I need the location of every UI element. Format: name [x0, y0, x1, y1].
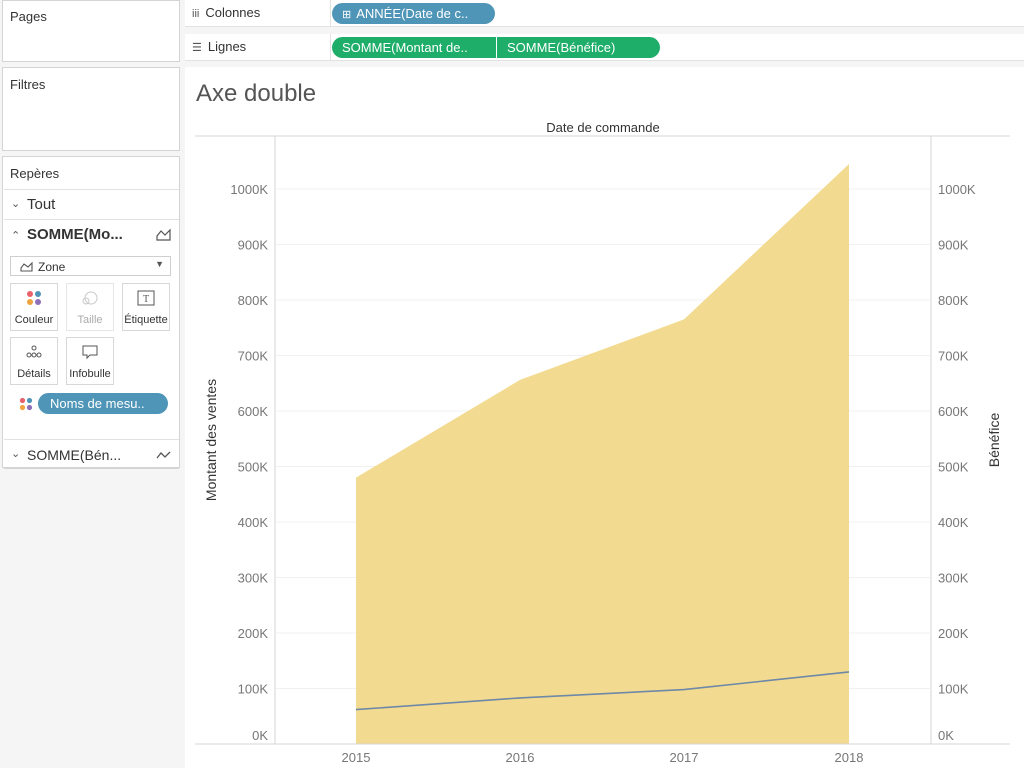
y-tick-label-right: 600K	[938, 404, 969, 419]
y-tick-label-left: 800K	[238, 293, 269, 308]
x-tick-label: 2017	[670, 750, 699, 765]
y-tick-label-right: 100K	[938, 682, 969, 697]
y-tick-label-right: 1000K	[938, 182, 976, 197]
x-tick-label: 2016	[506, 750, 535, 765]
y-tick-label-left: 100K	[238, 682, 269, 697]
y-tick-label-left: 600K	[238, 404, 269, 419]
y-axis-title-left: Montant des ventes	[203, 379, 219, 501]
x-tick-label: 2018	[835, 750, 864, 765]
y-tick-label-left: 400K	[238, 515, 269, 530]
x-tick-label: 2015	[342, 750, 371, 765]
y-tick-label-left: 500K	[238, 460, 269, 475]
y-tick-label-right: 700K	[938, 349, 969, 364]
y-tick-label-left: 200K	[238, 626, 269, 641]
y-tick-label-left: 300K	[238, 571, 269, 586]
column-header: Date de commande	[546, 120, 659, 135]
y-tick-label-right: 400K	[938, 515, 969, 530]
dual-axis-chart: Date de commande 0K 0K 100K 100K 200K 200K 300…	[195, 120, 1010, 765]
y-tick-label-right: 200K	[938, 626, 969, 641]
y-tick-label-left: 1000K	[230, 182, 268, 197]
y-tick-label-right: 300K	[938, 571, 969, 586]
y-tick-label-right: 0K	[938, 728, 954, 743]
y-tick-label-right: 900K	[938, 238, 969, 253]
sales-area-series[interactable]	[356, 164, 849, 744]
y-tick-label-right: 500K	[938, 460, 969, 475]
y-tick-label-left: 700K	[238, 349, 269, 364]
y-axis-title-right: Bénéfice	[986, 413, 1002, 468]
y-tick-label-left: 0K	[252, 728, 268, 743]
y-tick-label-left: 900K	[238, 238, 269, 253]
y-tick-label-right: 800K	[938, 293, 969, 308]
